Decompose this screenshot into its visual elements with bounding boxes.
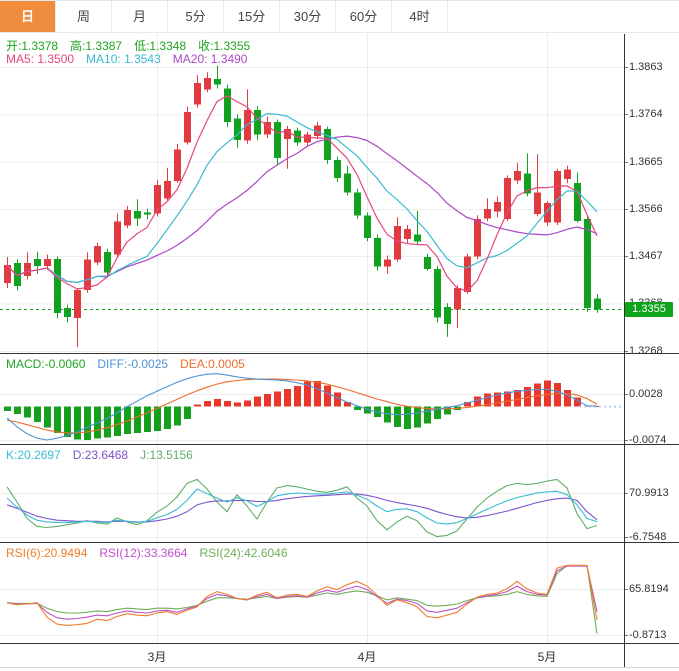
legend-item: 低:1.3348 [134, 39, 186, 53]
panel-separator [0, 542, 679, 543]
tab-period-3[interactable]: 5分 [168, 1, 224, 32]
axis-tick: 70.9913 [624, 487, 669, 499]
legend-item: DIFF:-0.0025 [97, 357, 168, 371]
rsi-legend: RSI(6):20.9494 RSI(12):33.3664 RSI(24):42.… [6, 546, 300, 560]
current-price-badge: 1.3355 [625, 302, 673, 317]
panel-separator [0, 643, 679, 644]
x-axis-month: 4月 [349, 648, 385, 665]
axis-tick: 1.3566 [624, 203, 663, 215]
legend-item: DEA:0.0005 [180, 357, 245, 371]
macd-legend: MACD:-0.0060 DIFF:-0.0025 DEA:0.0005 [6, 357, 257, 371]
bottom-edge-line [0, 667, 679, 668]
tab-period-6[interactable]: 60分 [336, 1, 392, 32]
tab-period-1[interactable]: 周 [56, 1, 112, 32]
legend-item: MACD:-0.0060 [6, 357, 85, 371]
axis-border-line [624, 34, 625, 667]
axis-tick: 1.3268 [624, 345, 663, 357]
tab-period-2[interactable]: 月 [112, 1, 168, 32]
legend-item: K:20.2697 [6, 448, 61, 462]
legend-item: 收:1.3355 [198, 39, 250, 53]
x-axis-month: 5月 [529, 648, 565, 665]
legend-item: D:23.6468 [73, 448, 128, 462]
candlestick-panel[interactable] [0, 34, 624, 353]
axis-tick: -0.8713 [624, 629, 666, 641]
legend-item: 高:1.3387 [70, 39, 122, 53]
tab-period-0[interactable]: 日 [0, 1, 56, 32]
legend-item: MA20: 1.3490 [173, 52, 248, 66]
legend-item: RSI(12):33.3664 [99, 546, 187, 560]
legend-item: MA10: 1.3543 [86, 52, 161, 66]
legend-item: MA5: 1.3500 [6, 52, 74, 66]
legend-item: RSI(6):20.9494 [6, 546, 87, 560]
axis-tick: 65.8194 [624, 583, 669, 595]
axis-tick: 0.0028 [624, 388, 663, 400]
axis-tick: 1.3665 [624, 156, 663, 168]
ma-legend: MA5: 1.3500 MA10: 1.3543 MA20: 1.3490 [6, 52, 259, 66]
tab-period-7[interactable]: 4时 [392, 1, 448, 32]
axis-tick: 1.3863 [624, 61, 663, 73]
x-axis-month: 3月 [139, 648, 175, 665]
panel-separator [0, 353, 679, 354]
right-axis-column: 1.38631.37641.36651.35661.34671.33681.32… [624, 34, 679, 667]
panel-separator [0, 444, 679, 445]
kdj-legend: K:20.2697 D:23.6468 J:13.5156 [6, 448, 205, 462]
period-tabbar: 日周月5分15分30分60分4时 [0, 1, 679, 33]
tab-period-4[interactable]: 15分 [224, 1, 280, 32]
trading-chart-app: 日周月5分15分30分60分4时 开:1.3378 高:1.3387 低:1.334… [0, 0, 679, 671]
axis-tick: 1.3764 [624, 108, 663, 120]
legend-item: RSI(24):42.6046 [199, 546, 287, 560]
legend-item: J:13.5156 [140, 448, 193, 462]
legend-item: 开:1.3378 [6, 39, 58, 53]
axis-tick: 1.3467 [624, 250, 663, 262]
tab-period-5[interactable]: 30分 [280, 1, 336, 32]
